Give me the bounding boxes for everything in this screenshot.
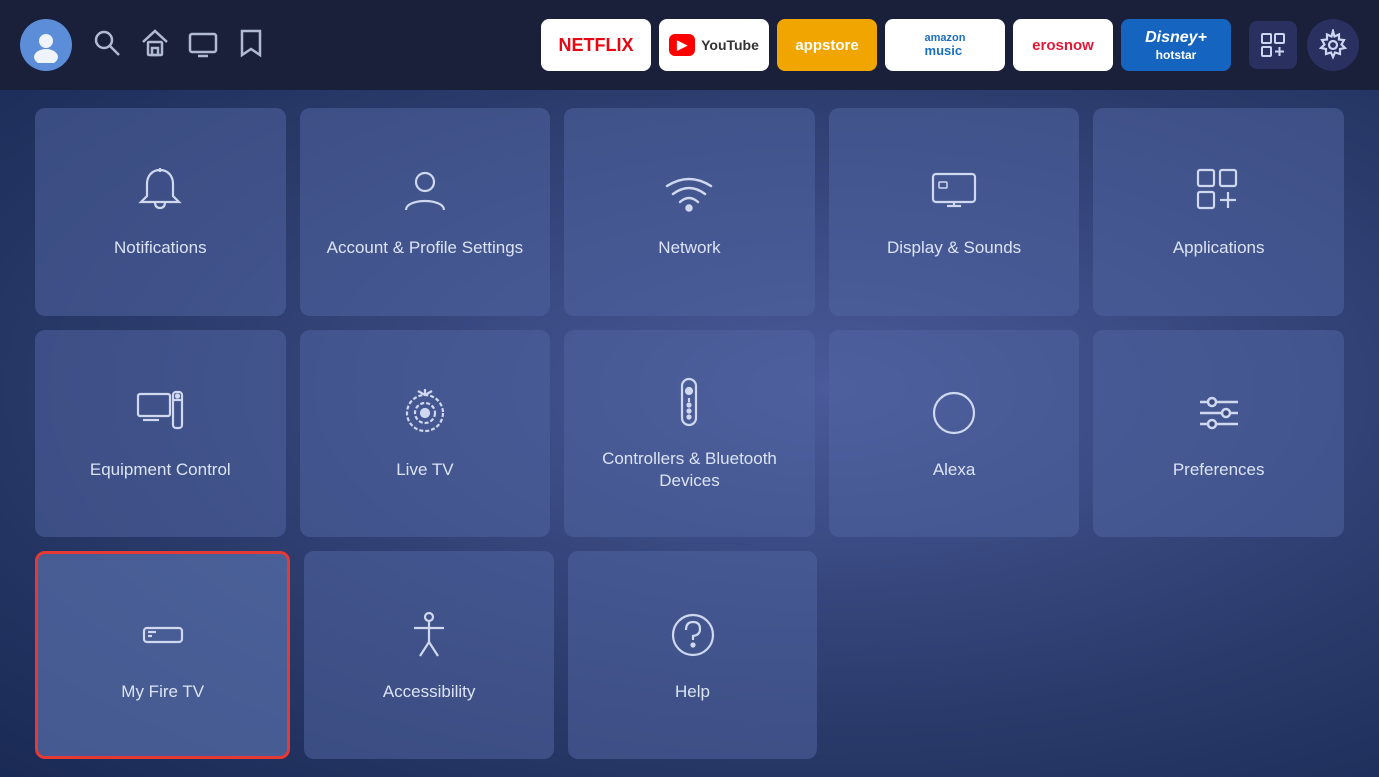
erosnow-button[interactable]: erosnow: [1013, 19, 1113, 71]
equipment-control-label: Equipment Control: [80, 459, 241, 481]
antenna-icon: [398, 386, 452, 445]
bell-icon: [133, 164, 187, 223]
live-tv-label: Live TV: [386, 459, 463, 481]
hotstar-brand: Disney+: [1145, 29, 1207, 47]
hotstar-button[interactable]: Disney+ hotstar: [1121, 19, 1231, 71]
grid-view-icon[interactable]: [1249, 21, 1297, 69]
amazon-music-button[interactable]: amazon music: [885, 19, 1005, 71]
grid-apps-icon: [1192, 164, 1246, 223]
settings-grid: Notifications Account & Profile Settings: [0, 90, 1379, 777]
hotstar-label: hotstar: [1156, 48, 1197, 62]
live-tv-cell[interactable]: Live TV: [300, 330, 551, 538]
accessibility-label: Accessibility: [373, 681, 486, 703]
preferences-label: Preferences: [1163, 459, 1275, 481]
top-right-icons: [1249, 19, 1359, 71]
accessibility-icon: [402, 608, 456, 667]
erosnow-label: erosnow: [1032, 37, 1094, 54]
help-label: Help: [665, 681, 720, 703]
nav-icons: [92, 28, 266, 63]
grid-row-1: Notifications Account & Profile Settings: [35, 108, 1344, 316]
accessibility-cell[interactable]: Accessibility: [304, 551, 553, 759]
youtube-button[interactable]: ▶ YouTube: [659, 19, 769, 71]
my-fire-tv-label: My Fire TV: [111, 681, 214, 703]
watchlist-icon[interactable]: [236, 28, 266, 63]
top-bar: NETFLIX ▶ YouTube appstore amazon music …: [0, 0, 1379, 90]
account-profile-cell[interactable]: Account & Profile Settings: [300, 108, 551, 316]
display-sounds-cell[interactable]: Display & Sounds: [829, 108, 1080, 316]
network-label: Network: [648, 237, 730, 259]
applications-label: Applications: [1163, 237, 1275, 259]
account-profile-label: Account & Profile Settings: [317, 237, 534, 259]
help-icon: [666, 608, 720, 667]
appstore-button[interactable]: appstore: [777, 19, 877, 71]
equipment-control-cell[interactable]: Equipment Control: [35, 330, 286, 538]
alexa-cell[interactable]: Alexa: [829, 330, 1080, 538]
alexa-label: Alexa: [923, 459, 986, 481]
tv-icon[interactable]: [188, 28, 218, 63]
netflix-label: NETFLIX: [559, 35, 634, 56]
network-cell[interactable]: Network: [564, 108, 815, 316]
person-icon: [398, 164, 452, 223]
display-sounds-label: Display & Sounds: [877, 237, 1031, 259]
firetv-icon: [136, 608, 190, 667]
controllers-bluetooth-cell[interactable]: Controllers & Bluetooth Devices: [564, 330, 815, 538]
my-fire-tv-cell[interactable]: My Fire TV: [35, 551, 290, 759]
controllers-bluetooth-label: Controllers & Bluetooth Devices: [564, 448, 815, 492]
search-icon[interactable]: [92, 28, 122, 63]
appstore-label: appstore: [795, 37, 858, 54]
page-wrapper: NETFLIX ▶ YouTube appstore amazon music …: [0, 0, 1379, 777]
sliders-icon: [1192, 386, 1246, 445]
wifi-icon: [662, 164, 716, 223]
alexa-icon: [927, 386, 981, 445]
netflix-button[interactable]: NETFLIX: [541, 19, 651, 71]
app-buttons: NETFLIX ▶ YouTube appstore amazon music …: [541, 19, 1231, 71]
grid-row-2: Equipment Control Live TV: [35, 330, 1344, 538]
settings-icon[interactable]: [1307, 19, 1359, 71]
help-cell[interactable]: Help: [568, 551, 817, 759]
notifications-cell[interactable]: Notifications: [35, 108, 286, 316]
amazon-music-logo: amazon music: [925, 32, 966, 58]
applications-cell[interactable]: Applications: [1093, 108, 1344, 316]
avatar[interactable]: [20, 19, 72, 71]
notifications-label: Notifications: [104, 237, 217, 259]
youtube-play-icon: ▶: [669, 34, 695, 56]
youtube-label: YouTube: [701, 37, 759, 53]
monitor-icon: [133, 386, 187, 445]
preferences-cell[interactable]: Preferences: [1093, 330, 1344, 538]
grid-row-3: My Fire TV Accessibility: [35, 551, 1344, 759]
home-icon[interactable]: [140, 28, 170, 63]
remote-icon: [662, 375, 716, 434]
display-icon: [927, 164, 981, 223]
